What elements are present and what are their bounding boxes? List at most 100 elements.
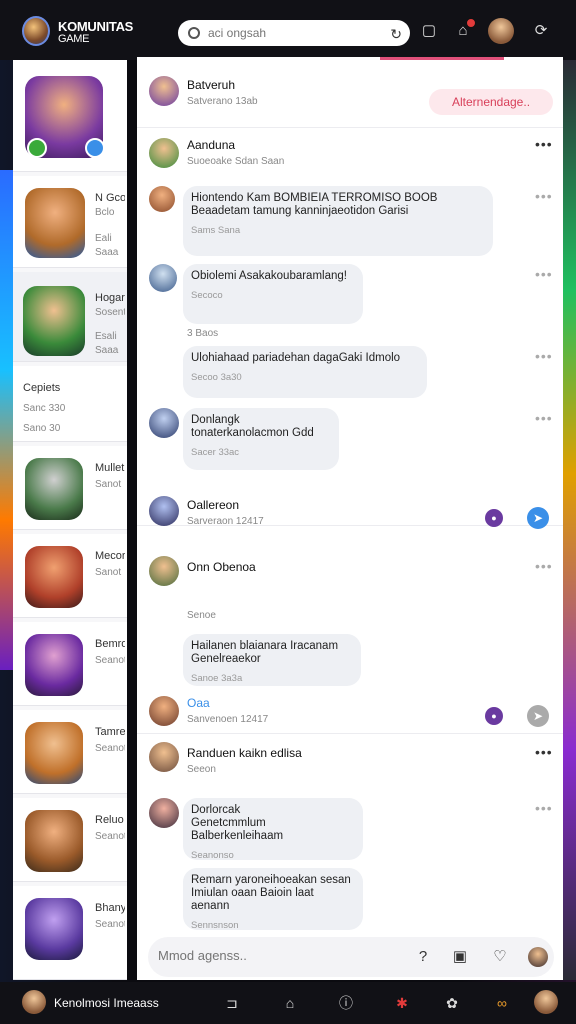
bottom-bar: Kenolmosi Imeaass ⊐ ⌂ ⓘ ✱ ✿ ∞: [0, 982, 576, 1024]
list-item[interactable]: Hogar Sosent Esali Saaa: [13, 272, 127, 362]
message-input[interactable]: [158, 948, 398, 963]
more-icon[interactable]: •••: [535, 266, 553, 282]
list-item[interactable]: Reluo Seanot: [13, 798, 127, 882]
join-button[interactable]: Alternendage..: [429, 89, 553, 115]
avatar[interactable]: [149, 556, 179, 586]
more-icon[interactable]: •••: [535, 348, 553, 364]
avatar[interactable]: [149, 264, 177, 292]
home-icon[interactable]: ⊐: [222, 993, 242, 1013]
message-text: Obiolemi Asakakoubaramlang!: [191, 270, 347, 282]
list-item[interactable]: Bhanyo Seanot: [13, 886, 127, 980]
message-time: Sacer 33ac: [191, 447, 240, 458]
user-name: Dorlorcak: [191, 804, 241, 816]
avatar[interactable]: [149, 696, 179, 726]
post-meta: Satverano 13ab: [187, 96, 258, 107]
list-title: Tamre: [95, 726, 125, 738]
group-icon[interactable]: ✿: [442, 993, 462, 1013]
message-bubble: Donlangk tonaterkanolacmon Gdd Sacer 33a…: [183, 408, 339, 470]
message-bubble: Obiolemi Asakakoubaramlang! Secoco: [183, 264, 363, 324]
more-icon[interactable]: •••: [535, 188, 553, 204]
post-meta: Senoe: [187, 610, 216, 621]
avatar[interactable]: [149, 496, 179, 526]
post-thread: Onn Obenoa ••• Senoe Hailanen blaianara …: [137, 546, 563, 734]
message-text: Donlangk: [191, 414, 240, 426]
list-item[interactable]: N Gcoa Bclo Eali Saaa: [13, 176, 127, 268]
gift-icon[interactable]: ✱: [392, 993, 412, 1013]
list-meta: Sanot: [95, 567, 122, 578]
send-icon[interactable]: ➤: [527, 507, 549, 529]
list-item[interactable]: Tamre Seanot: [13, 710, 127, 794]
list-item[interactable]: Mecor Sanot: [13, 534, 127, 618]
message-text: Genetcmmlum Balberkenleihaam: [191, 817, 284, 842]
hero-portrait: [23, 286, 85, 356]
message-time: Seanonso: [191, 850, 234, 861]
user-name: Randuen kaikn edlisa: [187, 746, 302, 760]
list-title: Cepiets: [23, 382, 61, 394]
reply-time: Sanoe 3a3a: [191, 673, 243, 684]
avatar[interactable]: [149, 742, 179, 772]
avatar[interactable]: [149, 76, 179, 106]
user-name: Oallereon: [187, 498, 240, 512]
reaction-icon[interactable]: ●: [485, 509, 503, 527]
post-header: Batveruh Satverano 13ab Alternendage..: [137, 60, 563, 128]
top-bar: KOMUNITAS GAME ↻ ▢ ⌂ ⟳: [0, 0, 576, 60]
list-meta: Bclo: [95, 207, 115, 218]
reply-text: Hailanen blaianara Iracanam Genelreaekor: [191, 640, 339, 665]
community-logo[interactable]: [22, 16, 50, 46]
search-bar[interactable]: ↻: [178, 20, 410, 46]
notification-badge: [466, 18, 476, 28]
search-input[interactable]: [208, 26, 378, 40]
brand-subtitle: GAME: [58, 33, 90, 45]
profile-avatar[interactable]: [534, 990, 558, 1014]
verified-icon: [85, 138, 105, 158]
attach-icon[interactable]: ▣: [450, 947, 470, 967]
avatar[interactable]: [149, 138, 179, 168]
list-meta: Sosent: [95, 307, 125, 318]
avatar[interactable]: [22, 990, 46, 1014]
heart-icon[interactable]: ♡: [490, 947, 510, 967]
left-sidebar: N Gcoa Bclo Eali Saaa Hogar Sosent Esali…: [13, 60, 127, 980]
more-icon[interactable]: •••: [535, 410, 553, 426]
hero-portrait: [25, 546, 83, 608]
more-icon[interactable]: •••: [535, 744, 553, 760]
more-icon[interactable]: •••: [535, 558, 553, 574]
reply-bubble: Ulohiahaad pariadehan dagaGaki Idmolo Se…: [183, 346, 427, 398]
notification-icon[interactable]: ▢: [420, 22, 438, 40]
more-icon[interactable]: •••: [535, 800, 553, 816]
list-title: Bhanyo: [95, 902, 125, 914]
list-item[interactable]: Cepiets Sanc 330 Sano 30: [13, 366, 127, 442]
settings-icon[interactable]: ⟳: [532, 22, 550, 40]
more-icon[interactable]: •••: [535, 136, 553, 152]
avatar[interactable]: [149, 798, 179, 828]
avatar[interactable]: [528, 947, 548, 967]
avatar[interactable]: [149, 186, 175, 212]
post-meta: Seeon: [187, 764, 216, 775]
avatar[interactable]: [149, 408, 179, 438]
message-text: Hiontendo Kam BOMBIEIA TERROMISO BOOB Be…: [191, 192, 438, 217]
post-thread: Aanduna Suoeoake Sdan Saan ••• Hiontendo…: [137, 128, 563, 529]
search-icon: [188, 27, 200, 39]
user-name: Aanduna: [187, 138, 236, 152]
send-icon[interactable]: ➤: [527, 705, 549, 727]
gamepad-icon[interactable]: ⌂: [280, 993, 300, 1013]
list-title: Reluo: [95, 814, 124, 826]
hero-portrait: [25, 722, 83, 784]
list-title: Bemro: [95, 638, 125, 650]
message-composer[interactable]: ? ▣ ♡: [148, 937, 554, 977]
chat-icon[interactable]: ∞: [492, 993, 512, 1013]
list-stat: Sano 30: [23, 423, 61, 434]
emoji-icon[interactable]: ?: [413, 947, 433, 967]
list-stat: Saaa: [95, 247, 119, 258]
list-item[interactable]: Bemro Seanot: [13, 622, 127, 706]
info-icon[interactable]: ⓘ: [336, 993, 356, 1013]
avatar[interactable]: [488, 18, 514, 44]
list-item[interactable]: [13, 60, 127, 172]
reaction-icon[interactable]: ●: [485, 707, 503, 725]
message-bubble: Hiontendo Kam BOMBIEIA TERROMISO BOOB Be…: [183, 186, 493, 256]
list-item[interactable]: Mullet Sanot: [13, 446, 127, 530]
user-name: Batveruh: [187, 78, 236, 92]
refresh-icon[interactable]: ↻: [390, 26, 402, 43]
post-meta: Suoeoake Sdan Saan: [187, 156, 285, 167]
hero-portrait: [25, 458, 83, 520]
list-meta: Seanot: [95, 919, 125, 930]
